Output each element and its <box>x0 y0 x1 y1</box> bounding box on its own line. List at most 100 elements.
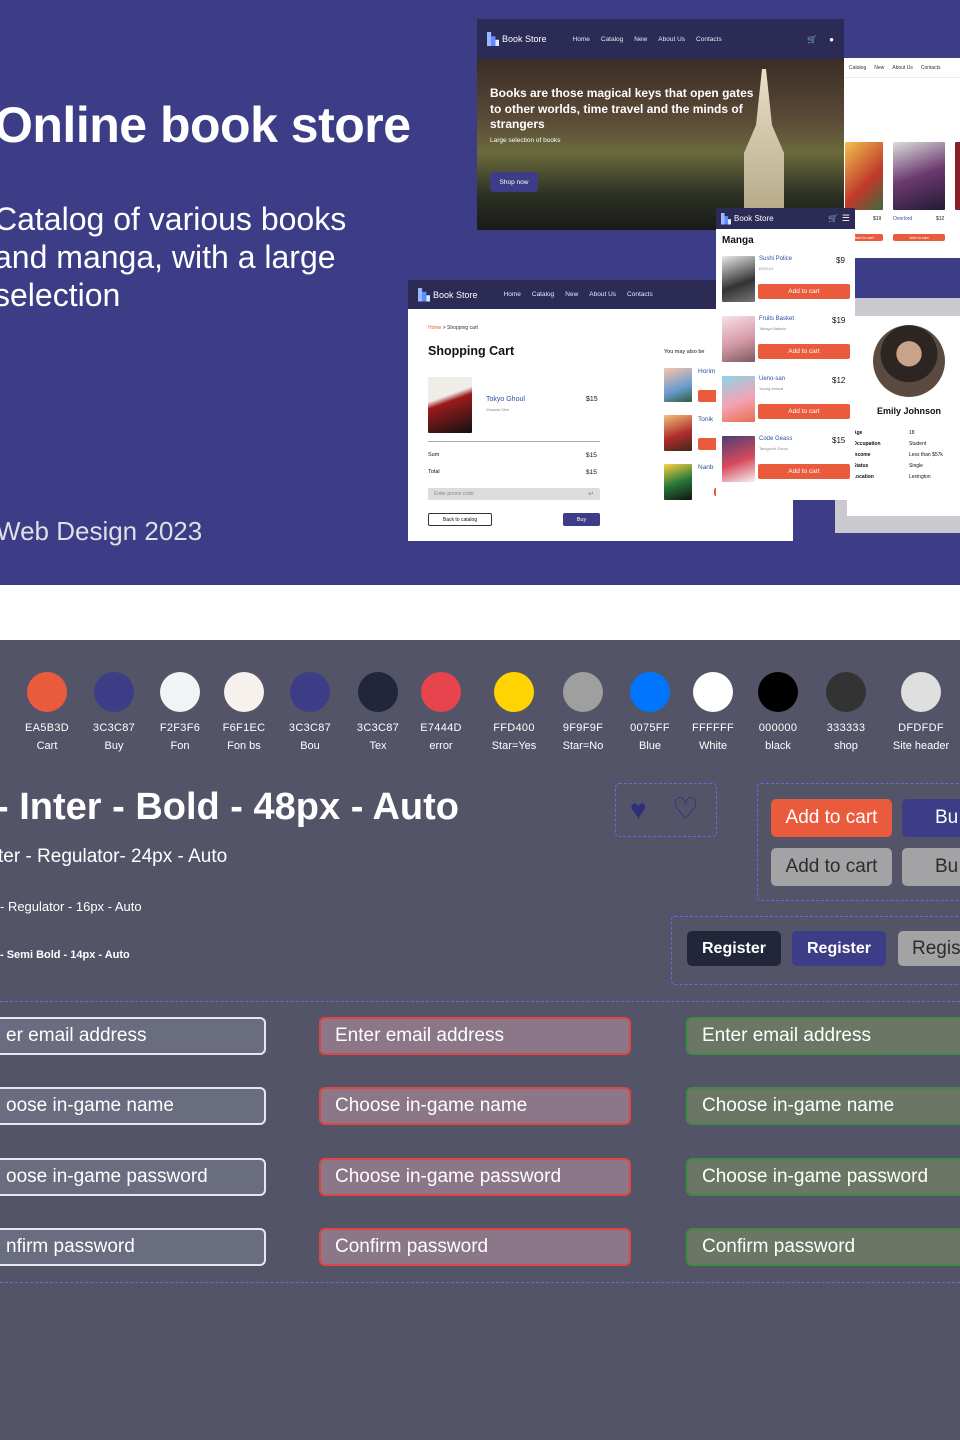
nav-about[interactable]: About Us <box>589 291 616 298</box>
add-to-cart-button[interactable]: Add to cart <box>758 464 850 479</box>
manga-author: KOO-KI <box>759 266 774 271</box>
back-to-catalog-button[interactable]: Back to catalog <box>428 513 492 526</box>
nav-catalog[interactable]: Catalog <box>532 291 554 298</box>
game-name-field-valid[interactable]: Choose in-game name <box>686 1087 960 1125</box>
logo-icon <box>721 212 731 225</box>
brand-logo[interactable]: Book Store <box>418 287 478 302</box>
book-cover[interactable] <box>664 464 692 500</box>
register-button-primary[interactable]: Register <box>792 931 886 966</box>
cart-icon[interactable]: 🛒 <box>828 214 838 223</box>
manga-title[interactable]: Code Geass <box>759 436 792 442</box>
book-cover[interactable] <box>428 377 472 433</box>
add-to-cart-button-disabled[interactable]: Add to cart <box>771 848 892 886</box>
user-icon[interactable]: ● <box>829 35 834 44</box>
color-swatch: 333333 shop <box>806 672 886 752</box>
book-cover[interactable] <box>664 368 692 402</box>
game-name-field[interactable]: oose in-game name <box>0 1087 266 1125</box>
book-cover[interactable] <box>722 316 755 362</box>
buy-button[interactable]: Buy <box>563 513 600 526</box>
book-cover[interactable] <box>722 376 755 422</box>
book-cover[interactable] <box>955 142 960 210</box>
add-to-cart-button[interactable] <box>698 390 718 402</box>
manga-title[interactable]: Fruits Basket <box>759 316 794 322</box>
color-dot <box>224 672 264 712</box>
also-item[interactable]: Tonik <box>698 416 713 423</box>
menu-icon[interactable]: ☰ <box>842 213 850 224</box>
mock-catalog-nav-item[interactable]: Contacts <box>921 65 941 71</box>
brand-logo[interactable]: Book Store <box>721 212 774 225</box>
email-field-valid[interactable]: Enter email address <box>686 1017 960 1055</box>
nav-contacts[interactable]: Contacts <box>696 36 722 43</box>
nav-home[interactable]: Home <box>504 291 521 298</box>
list-item: Sushi Police KOO-KI $9 Add to cart <box>716 254 855 314</box>
profile-name: Emily Johnson <box>877 406 942 416</box>
typography-h1: - Inter - Bold - 48px - Auto <box>0 786 460 828</box>
game-password-field-error[interactable]: Choose in-game password <box>319 1158 631 1196</box>
mock-catalog-nav: Catalog New About Us Contacts <box>843 58 960 78</box>
enter-icon[interactable]: ↵ <box>588 490 594 498</box>
email-field-error[interactable]: Enter email address <box>319 1017 631 1055</box>
register-button-disabled[interactable]: Regis <box>898 931 960 966</box>
profile-details: Age 18 Occupation Student Income Less than … <box>853 430 960 485</box>
mock-catalog-nav-item[interactable]: Catalog <box>849 65 866 71</box>
add-to-cart-button[interactable]: Add to cart <box>893 234 945 241</box>
cart-icon[interactable]: 🛒 <box>807 35 817 44</box>
also-item[interactable]: Nanb <box>698 464 714 471</box>
book-cover[interactable] <box>722 436 755 482</box>
promo-code-input[interactable]: Enter promo code ↵ <box>428 488 600 500</box>
register-button-dark[interactable]: Register <box>687 931 781 966</box>
profile-key: Occupation <box>853 441 881 447</box>
price: $19 <box>873 216 882 222</box>
game-password-field[interactable]: oose in-game password <box>0 1158 266 1196</box>
profile-key: Location <box>853 474 874 480</box>
manga-title[interactable]: Ueno-san <box>759 376 785 382</box>
cart-title: Shopping Cart <box>428 344 515 358</box>
list-item: Code Geass Taniguchi Gorou $15 Add to ca… <box>716 434 855 494</box>
book-cover[interactable] <box>845 142 883 210</box>
nav-new[interactable]: New <box>565 291 578 298</box>
nav-home[interactable]: Home <box>573 36 590 43</box>
book-cover[interactable] <box>893 142 945 210</box>
mock-catalog-nav-item[interactable]: About Us <box>892 65 913 71</box>
add-to-cart-button[interactable] <box>698 438 718 450</box>
profile-key: Income <box>853 452 871 458</box>
add-to-cart-button[interactable]: Add to cart <box>758 404 850 419</box>
color-swatch: E7444D error <box>401 672 481 752</box>
profile-value: Single <box>909 463 923 469</box>
cart-item-name[interactable]: Tokyo Ghoul <box>486 396 525 403</box>
brand-logo[interactable]: Book Store <box>487 32 547 46</box>
game-name-field-error[interactable]: Choose in-game name <box>319 1087 631 1125</box>
book-title[interactable]: Overlord <box>893 216 912 222</box>
add-to-cart-button[interactable]: Add to cart <box>771 799 892 837</box>
book-cover[interactable] <box>664 415 692 451</box>
hero-title: Online book store <box>0 97 411 153</box>
total-value: $15 <box>586 469 597 476</box>
heart-outline-icon[interactable]: ♡ <box>672 793 699 827</box>
game-password-field-valid[interactable]: Choose in-game password <box>686 1158 960 1196</box>
add-to-cart-button[interactable]: Add to cart <box>758 284 850 299</box>
confirm-password-field-error[interactable]: Confirm password <box>319 1228 631 1266</box>
confirm-password-field[interactable]: nfirm password <box>0 1228 266 1266</box>
nav-contacts[interactable]: Contacts <box>627 291 653 298</box>
color-dot <box>563 672 603 712</box>
heart-filled-icon[interactable]: ♥ <box>630 793 647 827</box>
breadcrumb-home[interactable]: Home <box>428 325 441 331</box>
email-field[interactable]: er email address <box>0 1017 266 1055</box>
shop-now-button[interactable]: Shop now <box>490 172 538 192</box>
nav-new[interactable]: New <box>634 36 647 43</box>
manga-title[interactable]: Sushi Police <box>759 256 792 262</box>
also-item[interactable]: Horim <box>698 368 715 375</box>
nav-about[interactable]: About Us <box>658 36 685 43</box>
buy-button-disabled[interactable]: Bu <box>902 848 960 886</box>
mock-catalog-nav-item[interactable]: New <box>874 65 884 71</box>
confirm-password-field-valid[interactable]: Confirm password <box>686 1228 960 1266</box>
typography-body: - Regulator - 16px - Auto <box>0 899 142 914</box>
book-cover[interactable] <box>722 256 755 302</box>
buy-button[interactable]: Bu <box>902 799 960 837</box>
cart-item-price: $15 <box>586 396 598 403</box>
color-dot <box>901 672 941 712</box>
color-dot <box>358 672 398 712</box>
add-to-cart-button[interactable]: Add to cart <box>758 344 850 359</box>
color-swatch: DFDFDF Site header <box>881 672 960 752</box>
nav-catalog[interactable]: Catalog <box>601 36 623 43</box>
